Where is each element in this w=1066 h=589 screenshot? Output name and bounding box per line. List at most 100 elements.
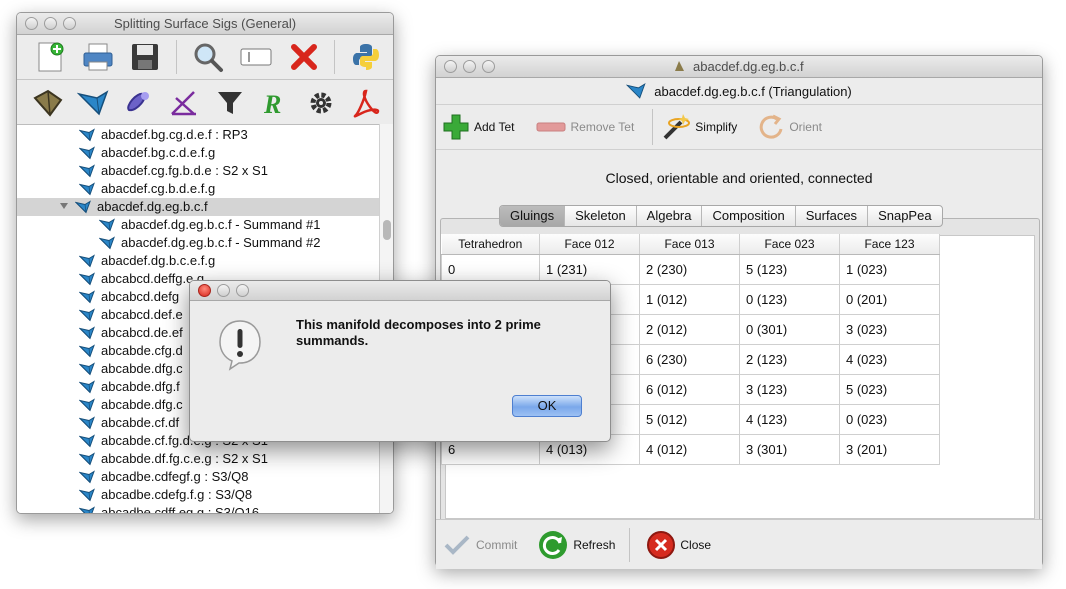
tree-item-label: abcabde.dfg.c [101,397,183,412]
tree-item[interactable]: abacdef.cg.b.d.e.f.g [78,180,215,198]
script-r-icon[interactable]: R [259,86,293,120]
column-header[interactable]: Face 023 [739,234,840,255]
close-window-button[interactable] [25,17,38,30]
table-cell[interactable]: 2 (123) [739,343,840,375]
triangulation-icon [78,289,95,305]
link-icon[interactable] [122,86,156,120]
packet-window-titlebar[interactable]: Splitting Surface Sigs (General) [17,13,393,35]
column-header[interactable]: Face 013 [639,234,740,255]
angle-icon[interactable] [168,86,202,120]
table-cell[interactable]: 0 (123) [739,283,840,315]
orient-button[interactable]: Orient [757,113,822,141]
triangulation-icon [78,307,95,323]
tree-item[interactable]: abacdef.bg.cg.d.e.f : RP3 [78,126,248,144]
print-icon[interactable] [81,40,115,74]
save-icon[interactable] [128,40,162,74]
minimize-window-button[interactable] [217,284,230,297]
tab-gluings[interactable]: Gluings [500,206,566,226]
tab-snappea[interactable]: SnapPea [868,206,942,226]
tree-item[interactable]: abcabde.cf.df [78,414,179,432]
tree-item[interactable]: abcabde.dfg.c [78,360,183,378]
remove-tet-button[interactable]: Remove Tet [536,120,652,134]
simplify-button[interactable]: Simplify [661,112,757,142]
table-cell[interactable]: 6 (230) [639,343,740,375]
table-cell[interactable]: 3 (023) [839,313,940,345]
python-icon[interactable] [349,40,383,74]
zoom-window-button[interactable] [482,60,495,73]
tetrahedron-icon[interactable] [31,86,65,120]
tree-item[interactable]: abcabde.cfg.d [78,342,183,360]
table-cell[interactable]: 0 (023) [839,403,940,435]
column-header[interactable]: Tetrahedron [441,234,540,255]
triangulation-icon [78,505,95,513]
tab-algebra[interactable]: Algebra [637,206,703,226]
table-cell[interactable]: 3 (301) [739,433,840,465]
tree-item[interactable]: abacdef.bg.c.d.e.f.g [78,144,215,162]
tab-skeleton[interactable]: Skeleton [565,206,637,226]
new-packet-icon[interactable] [33,40,67,74]
table-cell[interactable]: 1 (012) [639,283,740,315]
table-cell[interactable]: 5 (012) [639,403,740,435]
dialog-titlebar[interactable] [190,281,610,301]
table-cell[interactable]: 3 (123) [739,373,840,405]
triangulation-icon [78,325,95,341]
tree-item[interactable]: abcabcd.deffg.e.g [78,270,204,288]
filter-icon[interactable] [213,86,247,120]
table-cell[interactable]: 2 (012) [639,313,740,345]
commit-button[interactable]: Commit [444,534,517,556]
tree-item[interactable]: abacdef.dg.eg.b.c.f - Summand #2 [98,234,320,252]
table-cell[interactable]: 2 (230) [639,253,740,285]
tab-composition[interactable]: Composition [702,206,796,226]
zoom-window-button[interactable] [236,284,249,297]
tree-item[interactable]: abcadbe.cdefg.f.g : S3/Q8 [78,486,252,504]
table-cell[interactable]: 1 (023) [839,253,940,285]
table-cell[interactable]: 0 (201) [839,283,940,315]
ok-button[interactable]: OK [512,395,582,417]
pdf-icon[interactable] [350,86,384,120]
tree-item[interactable]: abacdef.cg.fg.b.d.e : S2 x S1 [78,162,268,180]
tree-item-label: abacdef.dg.b.c.e.f.g [101,253,216,268]
disclosure-triangle-icon[interactable] [59,198,69,216]
delete-icon[interactable] [287,40,321,74]
table-cell[interactable]: 4 (123) [739,403,840,435]
tree-item[interactable]: abcabde.dfg.c [78,396,183,414]
refresh-button[interactable]: Refresh [537,529,615,561]
minimize-window-button[interactable] [463,60,476,73]
zoom-window-button[interactable] [63,17,76,30]
triangulation-icon [78,253,95,269]
tree-item[interactable]: abcabde.df.fg.c.e.g : S2 x S1 [78,450,268,468]
rename-icon[interactable] [239,40,273,74]
tree-item[interactable]: abacdef.dg.b.c.e.f.g [78,252,216,270]
add-tet-button[interactable]: Add Tet [442,113,536,141]
table-cell[interactable]: 4 (023) [839,343,940,375]
triangulation-icon[interactable] [77,86,111,120]
column-header[interactable]: Face 012 [539,234,640,255]
table-cell[interactable]: 0 (301) [739,313,840,345]
scrollbar-thumb[interactable] [383,220,391,240]
tree-item[interactable]: abcadbe.cdff.eg.g : S3/Q16 [78,504,259,513]
triangulation-window-titlebar[interactable]: abacdef.dg.eg.b.c.f [436,56,1042,78]
close-window-button[interactable] [198,284,211,297]
column-header[interactable]: Face 123 [839,234,940,255]
tree-item[interactable]: abacdef.dg.eg.b.c.f [17,198,379,216]
document-proxy-icon [674,57,685,71]
gear-icon[interactable] [304,86,338,120]
tree-item[interactable]: abacdef.dg.eg.b.c.f - Summand #1 [98,216,320,234]
window-controls [25,17,76,30]
tree-item[interactable]: abcabcd.de.ef [78,324,183,342]
table-cell[interactable]: 4 (012) [639,433,740,465]
table-cell[interactable]: 5 (023) [839,373,940,405]
tree-item[interactable]: abcabde.dfg.f [78,378,180,396]
tree-item[interactable]: abcabcd.def.e [78,306,183,324]
search-icon[interactable] [191,40,225,74]
minimize-window-button[interactable] [44,17,57,30]
tree-item[interactable]: abcabcd.defg [78,288,179,306]
table-cell[interactable]: 6 (012) [639,373,740,405]
tree-item[interactable]: abcadbe.cdfegf.g : S3/Q8 [78,468,248,486]
close-window-button[interactable] [444,60,457,73]
table-cell[interactable]: 5 (123) [739,253,840,285]
orient-arrow-icon [760,114,783,139]
tab-surfaces[interactable]: Surfaces [796,206,869,226]
close-button[interactable]: Close [646,530,711,560]
table-cell[interactable]: 3 (201) [839,433,940,465]
